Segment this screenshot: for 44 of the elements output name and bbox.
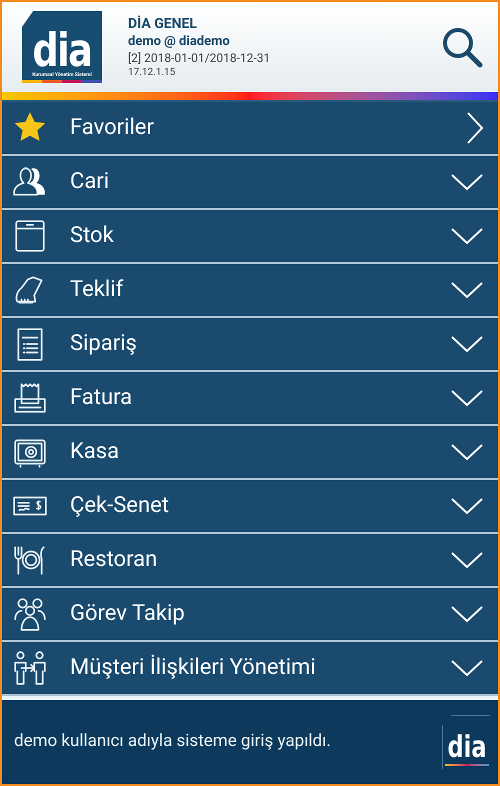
menu-label: Çek-Senet (70, 493, 170, 519)
menu-label: Stok (70, 223, 115, 249)
chevron-down-icon (450, 389, 484, 407)
status-message: demo kullanıcı adıyla sisteme giriş yapıldı. (14, 730, 332, 754)
menu-item[interactable]: Fatura (2, 372, 498, 426)
menu-label: Teklif (70, 277, 124, 303)
chevron-down-icon (450, 227, 484, 245)
menu-item[interactable]: Cari (2, 156, 498, 210)
chevron-down-icon (450, 659, 484, 677)
version-label: 17.12.1.15 (128, 66, 176, 80)
search-icon (441, 26, 483, 68)
chevron-down-icon (450, 281, 484, 299)
menu-label: Favoriler (70, 115, 155, 141)
menu-item[interactable]: Çek-Senet (2, 480, 498, 534)
menu-label: Cari (70, 169, 110, 195)
menu-label: Kasa (70, 439, 120, 465)
menu-item[interactable]: Görev Takip (2, 588, 498, 642)
chevron-down-icon (450, 605, 484, 623)
chevron-down-icon (450, 551, 484, 569)
menu-item[interactable]: Teklif (2, 264, 498, 318)
menu-label: Restoran (70, 547, 158, 573)
chevron-down-icon (450, 335, 484, 353)
chevron-down-icon (450, 497, 484, 515)
menu-item[interactable]: Kasa (2, 426, 498, 480)
chevron-down-icon (450, 173, 484, 191)
menu-item[interactable]: Müşteri İlişkileri Yönetimi (2, 642, 498, 696)
company-title: DİA GENEL (128, 14, 198, 32)
logo-text: dia (447, 732, 486, 764)
menu-item[interactable]: Sipariş (2, 318, 498, 372)
menu-label: Fatura (70, 385, 134, 411)
user-label: demo @ diademo (128, 32, 231, 50)
menu-item[interactable]: Restoran (2, 534, 498, 588)
chevron-down-icon (450, 443, 484, 461)
people-arrow-icon (12, 650, 48, 686)
team-icon (12, 596, 48, 632)
menu-item[interactable]: Stok (2, 210, 498, 264)
menu-label: Müşteri İlişkileri Yönetimi (70, 655, 317, 681)
chevron-right-icon (466, 111, 484, 145)
menu-label: Sipariş (70, 331, 138, 357)
logo-text: dia (32, 28, 92, 72)
search-button[interactable] (440, 25, 484, 69)
period-label: [2] 2018-01-01/2018-12-31 (128, 50, 272, 66)
menu-label: Görev Takip (70, 601, 186, 627)
menu-item[interactable]: Favoriler (2, 102, 498, 156)
